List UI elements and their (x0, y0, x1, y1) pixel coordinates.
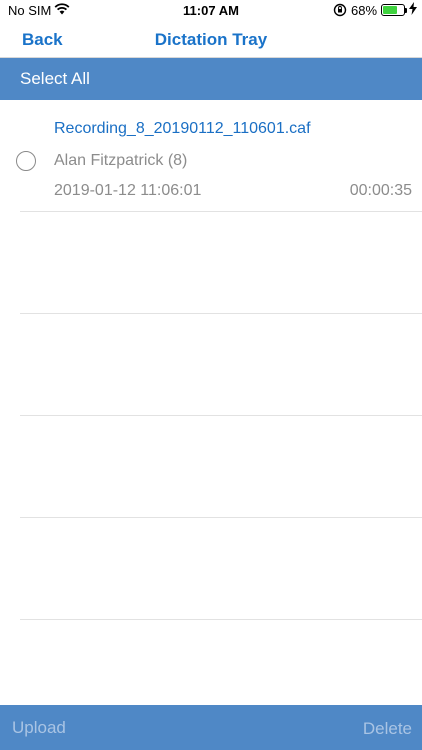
status-bar: No SIM 11:07 AM 68% (0, 0, 422, 22)
bottom-toolbar: Upload Delete (0, 705, 422, 750)
empty-row (20, 212, 422, 314)
empty-row (20, 416, 422, 518)
select-bar: Select All (0, 58, 422, 100)
upload-button[interactable]: Upload (12, 718, 66, 738)
battery-tip (405, 8, 407, 13)
delete-button[interactable]: Delete (363, 719, 412, 739)
recording-owner: Alan Fitzpatrick (8) (54, 152, 188, 169)
page-title: Dictation Tray (154, 30, 268, 49)
recording-filename: Recording_8_20190112_110601.caf (54, 120, 311, 137)
recordings-list: Recording_8_20190112_110601.caf Alan Fit… (0, 100, 422, 620)
recording-duration: 00:00:35 (349, 182, 412, 199)
orientation-lock-icon (333, 3, 347, 20)
list-item[interactable]: Recording_8_20190112_110601.caf Alan Fit… (16, 100, 422, 212)
empty-row (20, 518, 422, 620)
battery-percent: 68% (351, 3, 378, 18)
empty-row (20, 314, 422, 416)
select-all-button[interactable]: Select All (20, 69, 90, 89)
lightning-bolt-icon (409, 2, 417, 18)
recording-datetime: 2019-01-12 11:06:01 (54, 182, 202, 199)
navigation-bar: Back Dictation Tray (0, 22, 422, 58)
battery-icon (381, 4, 405, 16)
select-radio[interactable] (16, 151, 36, 171)
